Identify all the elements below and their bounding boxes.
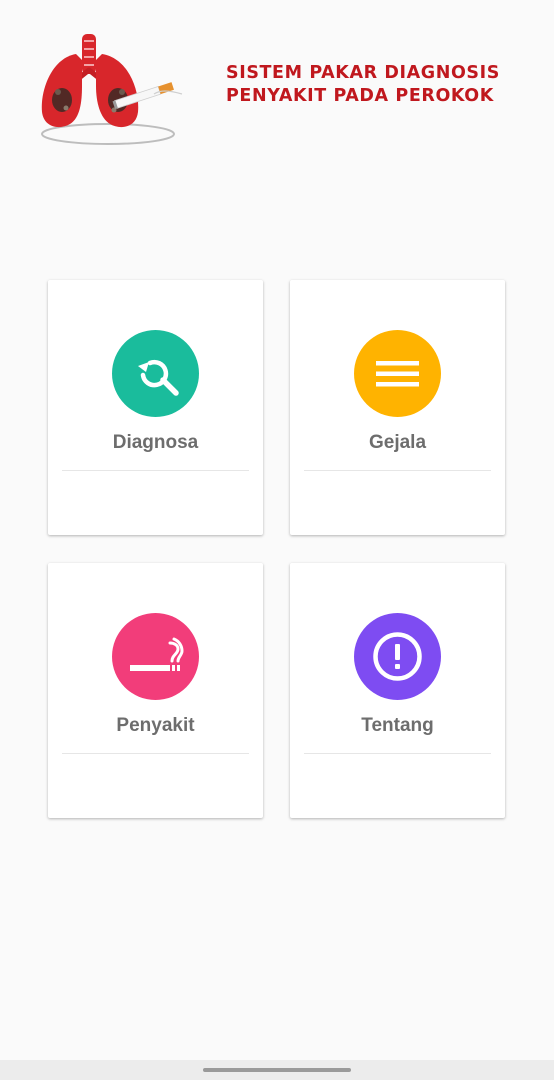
system-nav-bar <box>0 1060 554 1080</box>
menu-card-label: Penyakit <box>116 715 195 736</box>
menu-card-diagnosa[interactable]: Diagnosa <box>48 280 263 535</box>
app-title: SISTEM PAKAR DIAGNOSIS PENYAKIT PADA PER… <box>226 62 546 108</box>
search-refresh-icon <box>112 330 199 417</box>
card-divider <box>62 753 249 754</box>
menu-card-label: Gejala <box>368 432 427 453</box>
home-gesture-handle[interactable] <box>203 1068 351 1072</box>
menu-card-label: Tentang <box>361 715 434 736</box>
card-divider <box>62 470 249 471</box>
lungs-cigarette-icon <box>36 30 186 152</box>
app-header: SISTEM PAKAR DIAGNOSIS PENYAKIT PADA PER… <box>0 0 554 160</box>
list-icon <box>354 330 441 417</box>
app-title-line-1: SISTEM PAKAR DIAGNOSIS <box>226 63 500 83</box>
menu-card-gejala[interactable]: Gejala <box>290 280 505 535</box>
info-alert-icon <box>354 613 441 700</box>
card-divider <box>304 753 491 754</box>
card-divider <box>304 470 491 471</box>
app-title-line-2: PENYAKIT PADA PEROKOK <box>226 86 494 106</box>
smoking-icon <box>112 613 199 700</box>
menu-card-label: Diagnosa <box>112 432 199 453</box>
menu-card-penyakit[interactable]: Penyakit <box>48 563 263 818</box>
menu-card-tentang[interactable]: Tentang <box>290 563 505 818</box>
